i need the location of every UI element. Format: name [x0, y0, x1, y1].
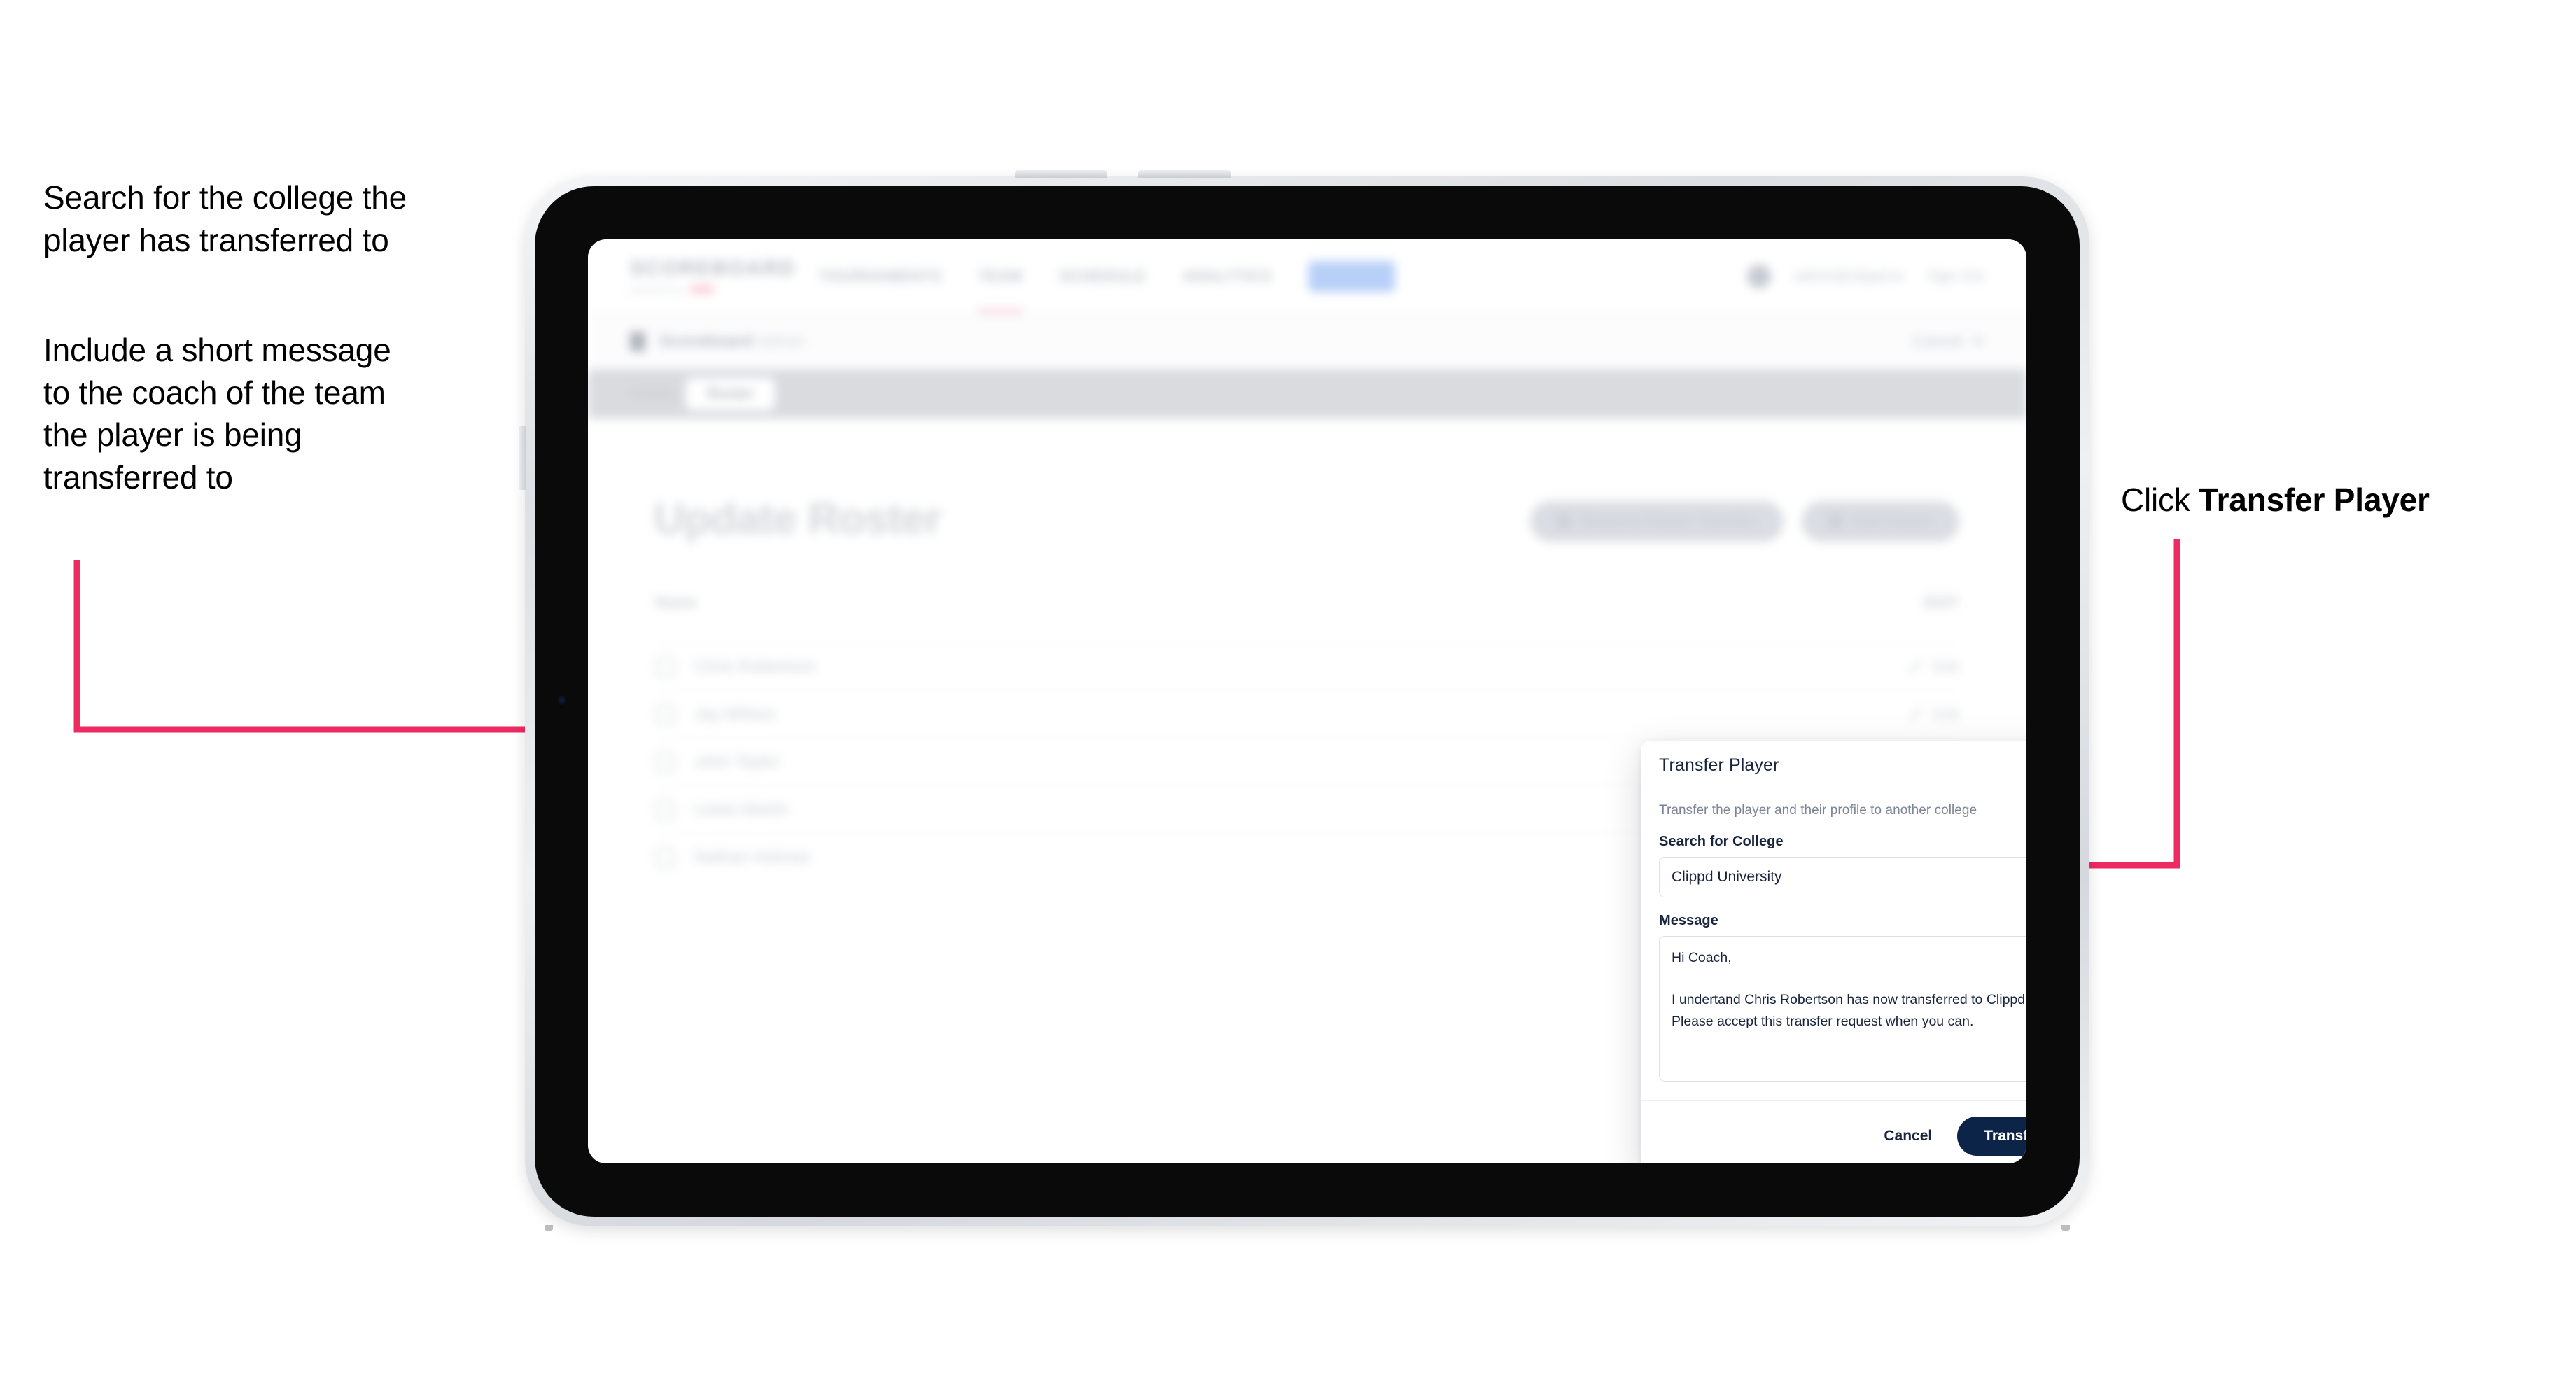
tab-roster[interactable]: Roster: [686, 378, 775, 410]
page-action-buttons: Request Player Transfer Add Player: [1530, 501, 1959, 542]
pencil-icon: [1907, 659, 1924, 675]
device-foot-right: [2062, 1225, 2070, 1231]
add-player-button[interactable]: Add Player: [1802, 501, 1959, 542]
screenshot-root: Search for the college the player has tr…: [0, 0, 2576, 1386]
request-player-transfer-button[interactable]: Request Player Transfer: [1530, 501, 1784, 542]
subheader-cancel-label: Cancel: [1912, 332, 1963, 350]
college-field-group: Search for College: [1659, 834, 2026, 897]
annotation-search-college: Search for the college the player has tr…: [43, 179, 407, 258]
edit-player-link[interactable]: Edit: [1907, 706, 1959, 724]
subheader-cancel-button[interactable]: Cancel ✕: [1912, 332, 1984, 351]
annotation-click-transfer-player: Click Transfer Player: [2121, 479, 2513, 522]
page-title: Update Roster: [654, 495, 942, 543]
roster-table-header: Name EDIT: [655, 594, 1959, 623]
row-checkbox[interactable]: [655, 657, 675, 677]
tab-details[interactable]: Details: [630, 386, 675, 402]
brand-subline: powered by: [630, 284, 770, 295]
nav-item-tournaments[interactable]: TOURNAMENTS: [819, 239, 941, 313]
app-subheader: Scoreboard Admin Cancel ✕: [588, 314, 2026, 370]
player-name: John Taylor: [694, 752, 780, 771]
transfer-player-dialog: Transfer Player Transfer the player and …: [1641, 741, 2026, 1163]
brand-wordmark: SCOREBOARD: [630, 256, 796, 280]
nav-account-area: admin@clippd.io Sign Out: [1746, 264, 1984, 288]
account-email: admin@clippd.io: [1794, 267, 1904, 284]
device-foot-left: [545, 1225, 553, 1231]
nav-item-analytics[interactable]: ANALYTICS: [1182, 239, 1271, 313]
dialog-body: Transfer the player and their profile to…: [1641, 790, 2026, 1100]
brand-badge: [690, 285, 715, 293]
front-camera: [558, 694, 566, 708]
close-icon: ✕: [1970, 332, 1984, 350]
transfer-icon: [1557, 514, 1572, 528]
request-player-transfer-label: Request Player Transfer: [1581, 512, 1758, 530]
cancel-button[interactable]: Cancel: [1879, 1121, 1936, 1152]
volume-up-button[interactable]: [1015, 170, 1107, 178]
roster-column-name: Name: [655, 594, 697, 611]
row-checkbox[interactable]: [655, 847, 675, 867]
roster-column-edit: EDIT: [1924, 594, 1959, 611]
row-checkbox[interactable]: [655, 752, 675, 772]
avatar[interactable]: [1746, 264, 1771, 288]
power-button[interactable]: [519, 426, 526, 490]
app-top-navbar: SCOREBOARD powered by TOURNAMENTS TEAM S…: [588, 239, 2026, 314]
pencil-icon: [1907, 706, 1924, 722]
message-field-label: Message: [1659, 913, 1718, 928]
nav-item-schedule[interactable]: SCHEDULE: [1059, 239, 1146, 313]
annotation-include-message: Include a short message to the coach of …: [43, 332, 391, 496]
plus-icon: [1828, 514, 1843, 528]
transfer-player-button[interactable]: Transfer Player: [1957, 1116, 2026, 1156]
search-college-input[interactable]: [1659, 857, 2026, 897]
brand-logo[interactable]: SCOREBOARD powered by: [630, 256, 796, 295]
nav-item-team[interactable]: TEAM: [978, 239, 1023, 313]
player-name: Chris Robertson: [694, 657, 816, 676]
player-name: Nathan Holmes: [694, 847, 811, 867]
edit-player-link[interactable]: Edit: [1907, 658, 1959, 676]
add-player-label: Add Player: [1852, 512, 1933, 530]
app-tab-strip: Details Roster: [588, 370, 2026, 419]
row-checkbox[interactable]: [655, 799, 675, 820]
subheader-title-muted: Admin: [757, 331, 806, 351]
volume-down-button[interactable]: [1138, 170, 1231, 178]
annotation-right-prefix: Click: [2121, 482, 2199, 518]
table-row[interactable]: Jay Wilson Edit: [655, 690, 1959, 738]
nav-item-admin[interactable]: ADMIN: [1308, 260, 1395, 292]
scoreboard-icon: [630, 331, 645, 351]
table-row[interactable]: Chris Robertson Edit: [655, 643, 1959, 690]
edit-label: Edit: [1933, 705, 1959, 723]
dialog-header: Transfer Player: [1641, 741, 2026, 790]
brand-powered-by-label: powered by: [630, 284, 685, 295]
annotation-right-bold: Transfer Player: [2199, 482, 2430, 518]
subheader-title-main: Scoreboard: [659, 331, 753, 351]
message-field-group: Message: [1659, 913, 2026, 1085]
tablet-device-frame: SCOREBOARD powered by TOURNAMENTS TEAM S…: [519, 170, 2090, 1231]
subheader-title: Scoreboard Admin: [659, 332, 805, 351]
message-textarea[interactable]: [1659, 936, 2026, 1082]
nav-links: TOURNAMENTS TEAM SCHEDULE ANALYTICS ADMI…: [819, 239, 1395, 313]
player-name: Jay Wilson: [694, 704, 776, 724]
sign-out-link[interactable]: Sign Out: [1927, 268, 1984, 285]
tablet-screen: SCOREBOARD powered by TOURNAMENTS TEAM S…: [588, 239, 2026, 1163]
college-field-label: Search for College: [1659, 834, 1784, 849]
edit-label: Edit: [1933, 657, 1959, 676]
dialog-footer: Cancel Transfer Player: [1641, 1100, 2026, 1163]
dialog-title: Transfer Player: [1659, 755, 1779, 775]
dialog-description: Transfer the player and their profile to…: [1659, 803, 1977, 818]
row-checkbox[interactable]: [655, 704, 675, 724]
player-name: Lewis Martin: [694, 799, 789, 819]
tablet-bezel: SCOREBOARD powered by TOURNAMENTS TEAM S…: [535, 186, 2080, 1217]
